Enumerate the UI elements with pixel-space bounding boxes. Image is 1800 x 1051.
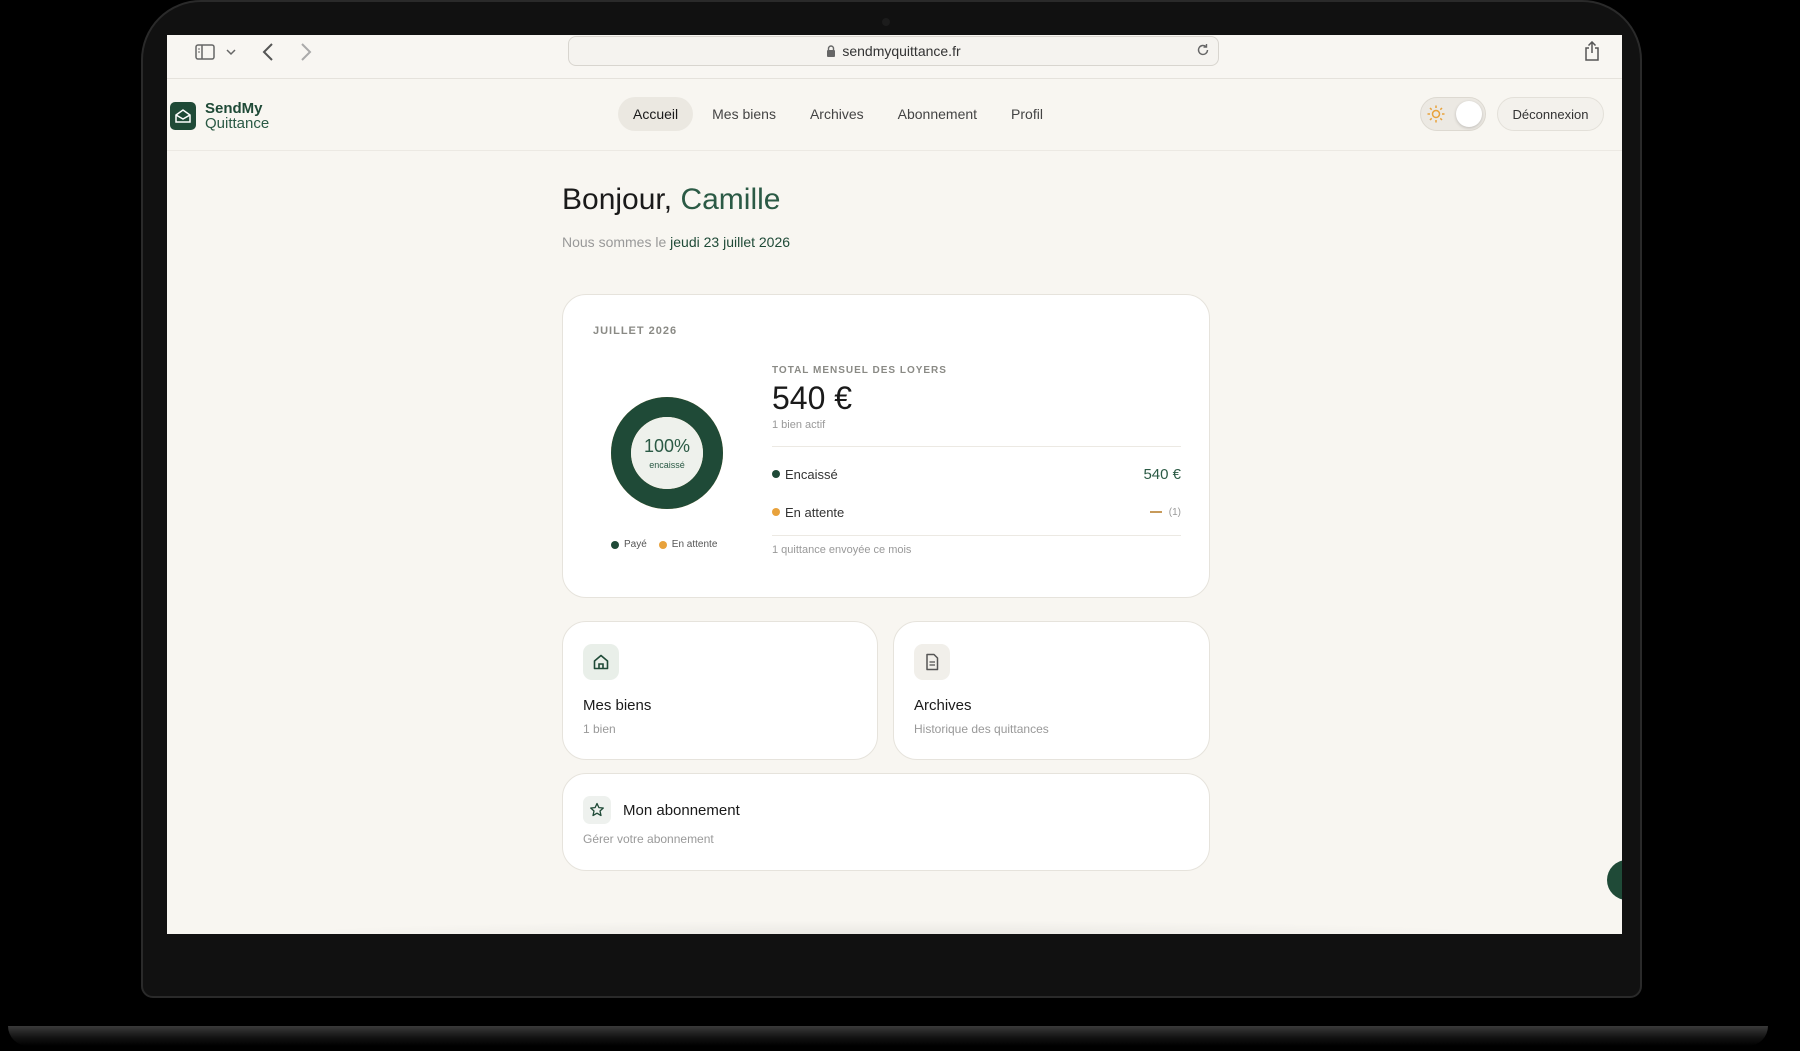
logo-text-line1: SendMy [205, 100, 263, 117]
current-date: jeudi 23 juillet 2026 [670, 234, 791, 250]
pending-value: (1) [1149, 506, 1181, 518]
monthly-summary-card: JUILLET 2026 100% encaissé Payé En atten… [562, 294, 1210, 598]
subscription-header: Mon abonnement [583, 796, 740, 824]
divider [772, 446, 1181, 447]
back-icon[interactable] [258, 41, 278, 63]
pending-row: En attente (1) [772, 493, 1181, 531]
reload-icon[interactable] [1196, 43, 1210, 60]
screen: sendmyquittance.fr SendMy Quittance Accu… [167, 35, 1622, 934]
paid-dot [611, 540, 619, 549]
pending-row-dot [772, 508, 780, 516]
chevron-down-icon[interactable] [224, 45, 238, 59]
total-value: 540 € [772, 380, 853, 416]
archives-title: Archives [914, 697, 972, 714]
donut-label: encaissé [649, 460, 685, 470]
archives-sub: Historique des quittances [914, 722, 1049, 736]
subscription-tile[interactable]: Mon abonnement Gérer votre abonnement [562, 773, 1210, 871]
sun-icon [1426, 104, 1446, 129]
toggle-knob [1456, 101, 1482, 127]
total-sub: 1 bien actif [772, 419, 826, 431]
star-icon [583, 796, 611, 824]
date-prefix: Nous sommes le [562, 234, 667, 250]
document-icon [914, 644, 950, 680]
legend-paid: Payé [611, 539, 647, 550]
chat-button[interactable] [1607, 860, 1622, 900]
legend-pending: En attente [658, 539, 718, 550]
total-label: TOTAL MENSUEL DES LOYERS [772, 365, 947, 376]
user-name: Camille [680, 183, 781, 216]
collected-label: Encaissé [785, 466, 838, 482]
properties-sub: 1 bien [583, 722, 616, 736]
url-text: sendmyquittance.fr [842, 43, 961, 59]
donut-percent: 100% [643, 436, 691, 456]
legend-paid-label: Payé [624, 539, 647, 550]
subscription-sub: Gérer votre abonnement [583, 832, 714, 846]
main-nav: Accueil Mes biens Archives Abonnement Pr… [618, 97, 1062, 131]
divider [772, 535, 1181, 536]
camera [882, 18, 890, 26]
app-header: SendMy Quittance Accueil Mes biens Archi… [167, 79, 1622, 151]
forward-icon[interactable] [296, 41, 316, 63]
tab-archives[interactable]: Archives [795, 97, 879, 131]
home-icon [583, 644, 619, 680]
sidebar-icon[interactable] [193, 42, 217, 62]
summary-month: JUILLET 2026 [593, 325, 678, 337]
theme-toggle[interactable] [1420, 97, 1486, 131]
logo-text-line2: Quittance [205, 115, 270, 132]
bottom-shadow [257, 920, 1527, 934]
laptop-base [8, 1026, 1768, 1046]
address-bar[interactable]: sendmyquittance.fr [568, 36, 1219, 66]
legend-pending-label: En attente [671, 539, 718, 550]
logout-button[interactable]: Déconnexion [1497, 97, 1604, 131]
date-line: Nous sommes le jeudi 23 juillet 2026 [562, 234, 790, 250]
tab-abonnement[interactable]: Abonnement [883, 97, 992, 131]
pending-dot [658, 540, 667, 549]
greeting-prefix: Bonjour, [562, 183, 673, 216]
subscription-title: Mon abonnement [623, 801, 740, 819]
pending-label: En attente [785, 504, 845, 520]
collected-row: Encaissé 540 € [772, 455, 1181, 493]
collected-dot [772, 470, 780, 478]
browser-toolbar: sendmyquittance.fr [167, 35, 1622, 79]
tab-profil[interactable]: Profil [996, 97, 1058, 131]
pending-count: (1) [1168, 506, 1181, 518]
properties-tile[interactable]: Mes biens 1 bien [562, 621, 878, 760]
summary-stats: TOTAL MENSUEL DES LOYERS 540 € 1 bien ac… [772, 365, 1181, 556]
dash-icon [1149, 511, 1162, 513]
properties-title: Mes biens [583, 697, 652, 714]
page-title: Bonjour, Camille [562, 183, 780, 217]
chart-legend: Payé En attente [611, 539, 729, 550]
app-logo[interactable]: SendMy Quittance [170, 101, 269, 131]
summary-footer: 1 quittance envoyée ce mois [772, 544, 912, 556]
tab-accueil[interactable]: Accueil [618, 97, 694, 131]
archives-tile[interactable]: Archives Historique des quittances [893, 621, 1210, 760]
envelope-icon [170, 102, 196, 130]
lock-icon [826, 45, 836, 57]
share-icon[interactable] [1581, 39, 1603, 63]
collected-value: 540 € [1143, 465, 1181, 483]
donut-center: 100% encaissé [611, 397, 723, 509]
tab-mes-biens[interactable]: Mes biens [697, 97, 791, 131]
